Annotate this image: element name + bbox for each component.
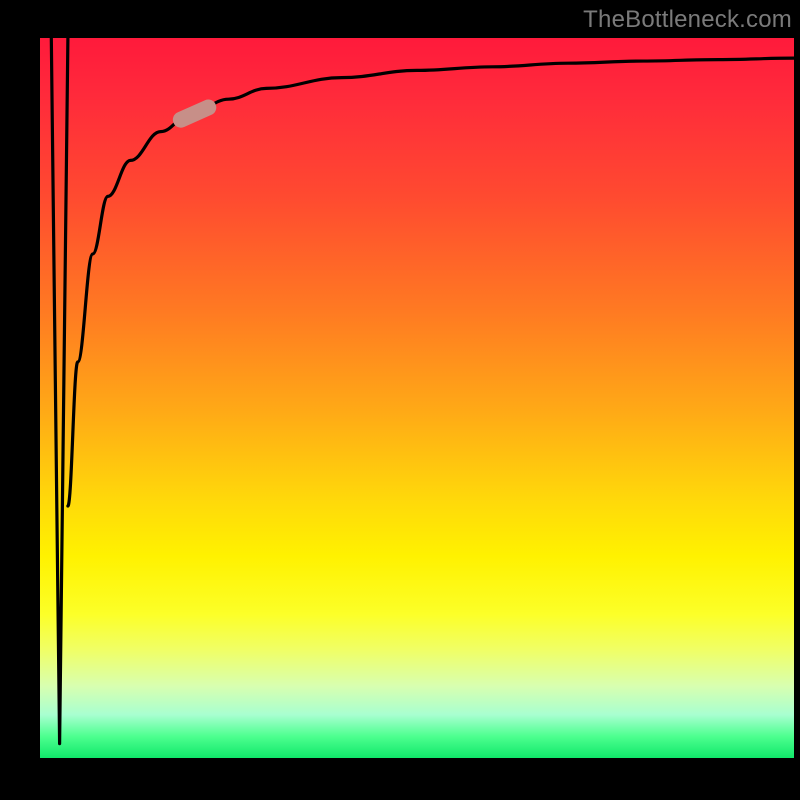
marker-pill-shape — [170, 97, 219, 130]
chart-stage: TheBottleneck.com — [0, 0, 800, 800]
attribution-text: TheBottleneck.com — [583, 6, 792, 34]
marker-pill — [170, 97, 219, 130]
curve-path — [51, 38, 794, 744]
chart-svg — [40, 38, 794, 758]
